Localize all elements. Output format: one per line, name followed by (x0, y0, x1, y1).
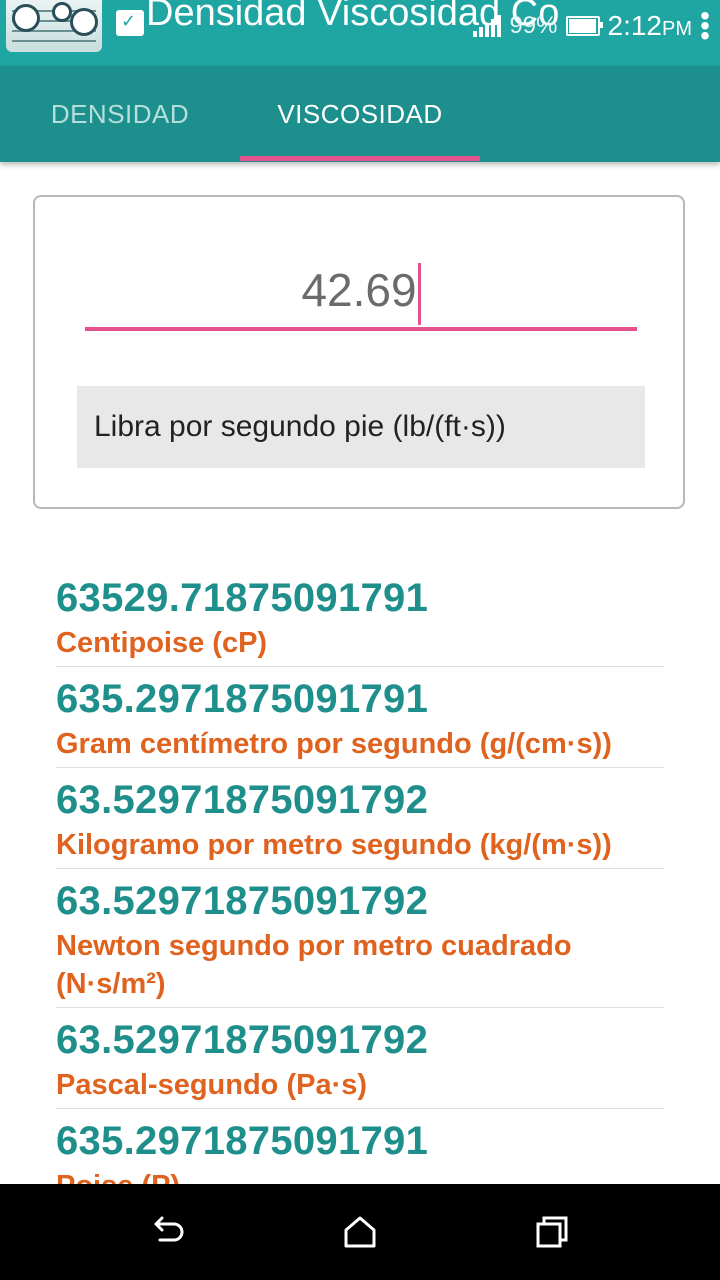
home-icon[interactable] (336, 1208, 384, 1256)
status-bar-left (6, 0, 102, 56)
app-logo-icon (6, 0, 102, 52)
input-underline (85, 327, 637, 331)
recents-icon[interactable] (528, 1208, 576, 1256)
input-card: 42.69 Libra por segundo pie (lb/(ft·s)) (33, 195, 685, 509)
result-value: 63529.71875091791 (56, 576, 429, 620)
overflow-menu-icon[interactable]: • • • (700, 2, 710, 50)
battery-icon (565, 16, 603, 36)
tab-selected-indicator (240, 156, 480, 161)
result-unit: Pascal-segundo (Pa·s) (56, 1069, 368, 1101)
result-unit: Centipoise (cP) (56, 627, 268, 659)
result-unit: Newton segundo por metro cuadrado (N·s/m… (56, 930, 572, 1000)
status-bar: Densidad Viscosidad Co 99% 2:12PM ••• (0, 0, 720, 66)
clock-time: 2:12 (607, 10, 663, 41)
tab-bar: DENSIDAD VISCOSIDAD (0, 66, 720, 162)
amount-input-value: 42.69 (301, 264, 417, 316)
unit-select[interactable]: Libra por segundo pie (lb/(ft·s)) (77, 386, 645, 468)
result-value: 63.52971875091792 (56, 1018, 429, 1062)
result-value: 63.52971875091792 (56, 778, 429, 822)
unit-select-value: Libra por segundo pie (lb/(ft·s)) (94, 410, 506, 443)
result-unit: Gram centímetro por segundo (g/(cm·s)) (56, 728, 612, 760)
battery-percent: 99% (509, 12, 558, 39)
navigation-bar (0, 1184, 720, 1280)
result-unit: Kilogramo por metro segundo (kg/(m·s)) (56, 829, 612, 861)
list-item: 635.2971875091791 Gram centímetro por se… (56, 673, 664, 768)
list-item: 635.2971875091791 Poise (P) (56, 1115, 664, 1184)
amount-input[interactable]: 42.69 (85, 255, 637, 325)
results-list[interactable]: 63529.71875091791 Centipoise (cP) 635.29… (56, 572, 664, 1184)
signal-icon (473, 15, 502, 37)
clock: 2:12PM (608, 10, 693, 42)
result-unit: Poise (P) (56, 1167, 664, 1184)
clock-ampm: PM (662, 18, 692, 40)
tab-viscosidad[interactable]: VISCOSIDAD (240, 66, 480, 162)
list-item: 63529.71875091791 Centipoise (cP) (56, 572, 664, 667)
status-bar-right: 99% 2:12PM • • • (473, 2, 710, 50)
tab-densidad[interactable]: DENSIDAD (0, 66, 240, 162)
result-value: 635.2971875091791 (56, 677, 429, 721)
clipboard-check-icon (116, 10, 144, 36)
list-item: 63.52971875091792 Newton segundo por met… (56, 875, 664, 1008)
result-value: 635.2971875091791 (56, 1119, 429, 1163)
list-item: 63.52971875091792 Pascal-segundo (Pa·s) (56, 1014, 664, 1109)
list-item: 63.52971875091792 Kilogramo por metro se… (56, 774, 664, 869)
text-cursor (417, 262, 421, 325)
result-value: 63.52971875091792 (56, 879, 429, 923)
back-icon[interactable] (144, 1208, 192, 1256)
